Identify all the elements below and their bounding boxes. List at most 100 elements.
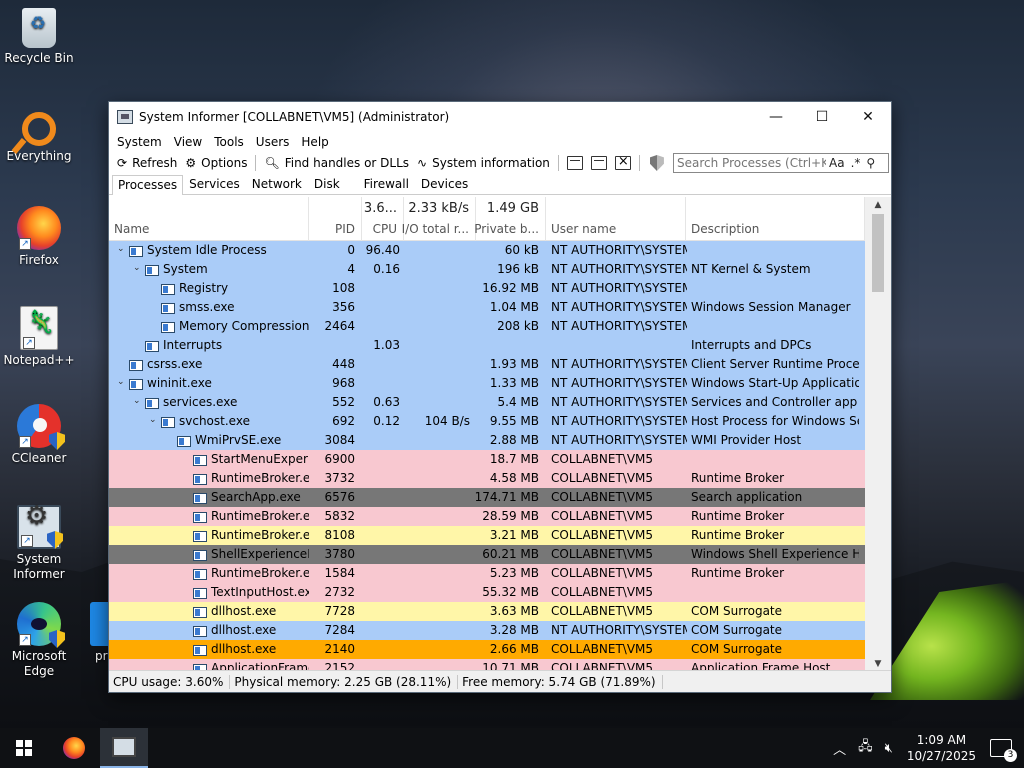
process-icon: [129, 246, 143, 257]
process-user: NT AUTHORITY\SYSTEM: [551, 433, 687, 447]
process-row[interactable]: dllhost.exe 7284 3.28 MB NT AUTHORITY\SYSTE…: [109, 621, 865, 640]
process-row[interactable]: ⌄ System Idle Process 0 96.40 60 kB NT AUTHOR…: [109, 241, 865, 260]
options-button[interactable]: ⚙ Options: [181, 153, 251, 173]
title-bar[interactable]: System Informer [COLLABNET\VM5] (Adminis…: [109, 102, 891, 131]
desktop-icon-ccleaner[interactable]: ↗ CCleaner: [1, 404, 77, 466]
process-row[interactable]: TextInputHost.exe 2732 55.32 MB COLLABNET\V…: [109, 583, 865, 602]
minimize-button[interactable]: —: [753, 102, 799, 131]
expand-chevron-icon[interactable]: ⌄: [117, 377, 129, 387]
tab-network[interactable]: Network: [246, 174, 308, 194]
close-button[interactable]: ✕: [845, 102, 891, 131]
search-icon[interactable]: ⚲: [863, 156, 878, 170]
start-button[interactable]: [0, 728, 48, 768]
column-header-description[interactable]: Description: [686, 197, 865, 241]
process-pid: 1584: [324, 566, 355, 580]
tab-disk[interactable]: Disk: [308, 174, 346, 194]
clock[interactable]: 1:09 AM 10/27/2025: [907, 732, 976, 764]
scrollbar-thumb[interactable]: [872, 214, 884, 292]
process-private-bytes: 60.21 MB: [482, 547, 539, 561]
close-window-icon[interactable]: [614, 154, 631, 170]
process-pid: 5832: [324, 509, 355, 523]
search-input[interactable]: [674, 154, 826, 172]
process-name-text: Memory Compression: [179, 319, 309, 333]
shield-icon[interactable]: [649, 155, 664, 171]
process-row[interactable]: Memory Compression 2464 208 kB NT AUTHORITY…: [109, 317, 865, 336]
process-row[interactable]: dllhost.exe 7728 3.63 MB COLLABNET\VM5 COM S…: [109, 602, 865, 621]
window-icon[interactable]: [566, 156, 583, 170]
process-row[interactable]: ⌄ svchost.exe 692 0.12 104 B/s 9.55 MB NT AUTH…: [109, 412, 865, 431]
match-case-button[interactable]: Aa: [826, 156, 848, 170]
expand-chevron-icon[interactable]: ⌄: [133, 396, 145, 406]
process-row[interactable]: smss.exe 356 1.04 MB NT AUTHORITY\SYSTEM Win…: [109, 298, 865, 317]
process-pid: 692: [332, 414, 355, 428]
shortcut-arrow-icon: ↗: [23, 337, 35, 349]
process-row[interactable]: ⌄ services.exe 552 0.63 5.4 MB NT AUTHORITY\S…: [109, 393, 865, 412]
menu-help[interactable]: Help: [295, 135, 334, 149]
tab-processes[interactable]: Processes: [112, 175, 184, 195]
tab-services[interactable]: Services: [183, 174, 246, 194]
process-user: NT AUTHORITY\SYSTEM: [551, 300, 687, 314]
process-row[interactable]: Interrupts 1.03 Interrupts and DPCs: [109, 336, 865, 355]
gear-icon: ⚙: [185, 156, 197, 170]
tab-devices[interactable]: Devices: [415, 174, 474, 194]
find-window-icon[interactable]: [590, 156, 607, 170]
process-row[interactable]: RuntimeBroker.exe 5832 28.59 MB COLLABNET\V…: [109, 507, 865, 526]
process-row[interactable]: RuntimeBroker.exe 3732 4.58 MB COLLABNET\VM…: [109, 469, 865, 488]
desktop-icon-edge[interactable]: ↗ Microsoft Edge: [1, 602, 77, 679]
process-row[interactable]: StartMenuExperie... 6900 18.7 MB COLLABNET\…: [109, 450, 865, 469]
process-description: Services and Controller app: [691, 395, 858, 409]
chevron-up-icon[interactable]: ︿: [833, 739, 846, 758]
taskbar-firefox[interactable]: [50, 728, 98, 768]
volume-muted-icon[interactable]: 🔇︎: [885, 741, 893, 756]
process-row[interactable]: Registry 108 16.92 MB NT AUTHORITY\SYSTEM: [109, 279, 865, 298]
expand-chevron-icon[interactable]: ⌄: [149, 415, 161, 425]
menu-users[interactable]: Users: [250, 135, 296, 149]
process-row[interactable]: RuntimeBroker.exe 1584 5.23 MB COLLABNET\VM…: [109, 564, 865, 583]
tab-firewall[interactable]: Firewall: [358, 174, 415, 194]
desktop-icon-notepadpp[interactable]: ↗ Notepad++: [1, 306, 77, 368]
process-row[interactable]: RuntimeBroker.exe 8108 3.21 MB COLLABNET\VM…: [109, 526, 865, 545]
system-informer-window: System Informer [COLLABNET\VM5] (Adminis…: [108, 101, 892, 693]
refresh-button[interactable]: ⟳ Refresh: [113, 153, 181, 173]
scroll-up-icon[interactable]: ▲: [865, 197, 891, 213]
process-row[interactable]: ShellExperienceH... 3780 60.21 MB COLLABNET…: [109, 545, 865, 564]
desktop-icon-everything[interactable]: Everything: [1, 108, 77, 164]
process-row[interactable]: ⌄ wininit.exe 968 1.33 MB NT AUTHORITY\SYSTE…: [109, 374, 865, 393]
maximize-button[interactable]: ☐: [799, 102, 845, 131]
vertical-scrollbar[interactable]: ▲ ▼: [865, 197, 891, 672]
process-row[interactable]: csrss.exe 448 1.93 MB NT AUTHORITY\SYSTEM Cl…: [109, 355, 865, 374]
process-private-bytes: 1.04 MB: [489, 300, 539, 314]
column-header-user[interactable]: User name: [546, 197, 686, 241]
taskbar-system-informer[interactable]: [100, 728, 148, 768]
process-cpu: 96.40: [365, 243, 400, 257]
system-information-button[interactable]: ∿ System information: [413, 153, 554, 173]
process-name: RuntimeBroker.exe: [109, 566, 309, 580]
notification-center-button[interactable]: 3: [990, 739, 1017, 762]
process-pid: 108: [332, 281, 355, 295]
desktop-icon-recycle-bin[interactable]: Recycle Bin: [1, 8, 77, 66]
process-row[interactable]: dllhost.exe 2140 2.66 MB COLLABNET\VM5 COM S…: [109, 640, 865, 659]
column-header-name[interactable]: Name: [109, 197, 309, 241]
process-name: Registry: [109, 281, 309, 295]
desktop-icon-system-informer[interactable]: ↗ System Informer: [1, 505, 77, 582]
process-row[interactable]: SearchApp.exe 6576 174.71 MB COLLABNET\VM5 S…: [109, 488, 865, 507]
activity-icon: ∿: [417, 156, 428, 170]
expand-chevron-icon[interactable]: ⌄: [133, 263, 145, 273]
regex-button[interactable]: .*: [848, 156, 864, 170]
expand-chevron-icon[interactable]: ⌄: [117, 244, 129, 254]
process-user: NT AUTHORITY\SYSTEM: [551, 623, 687, 637]
menu-view[interactable]: View: [168, 135, 208, 149]
find-handles-button[interactable]: 🔍︎ Find handles or DLLs: [260, 153, 413, 173]
column-header-io[interactable]: 2.33 kB/s I/O total r...: [402, 197, 476, 241]
menu-tools[interactable]: Tools: [208, 135, 250, 149]
process-row[interactable]: WmiPrvSE.exe 3084 2.88 MB NT AUTHORITY\SYST…: [109, 431, 865, 450]
column-header-cpu[interactable]: 3.6... CPU: [362, 197, 404, 241]
process-pid: 3732: [324, 471, 355, 485]
column-header-pid[interactable]: PID: [309, 197, 362, 241]
desktop-icon-partial[interactable]: pr: [90, 602, 110, 664]
desktop-icon-firefox[interactable]: ↗ Firefox: [1, 206, 77, 268]
network-icon[interactable]: 🖧︎: [858, 737, 873, 759]
process-row[interactable]: ⌄ System 4 0.16 196 kB NT AUTHORITY\SYSTEM NT …: [109, 260, 865, 279]
menu-system[interactable]: System: [111, 135, 168, 149]
column-header-private-bytes[interactable]: 1.49 GB Private b...: [474, 197, 546, 241]
